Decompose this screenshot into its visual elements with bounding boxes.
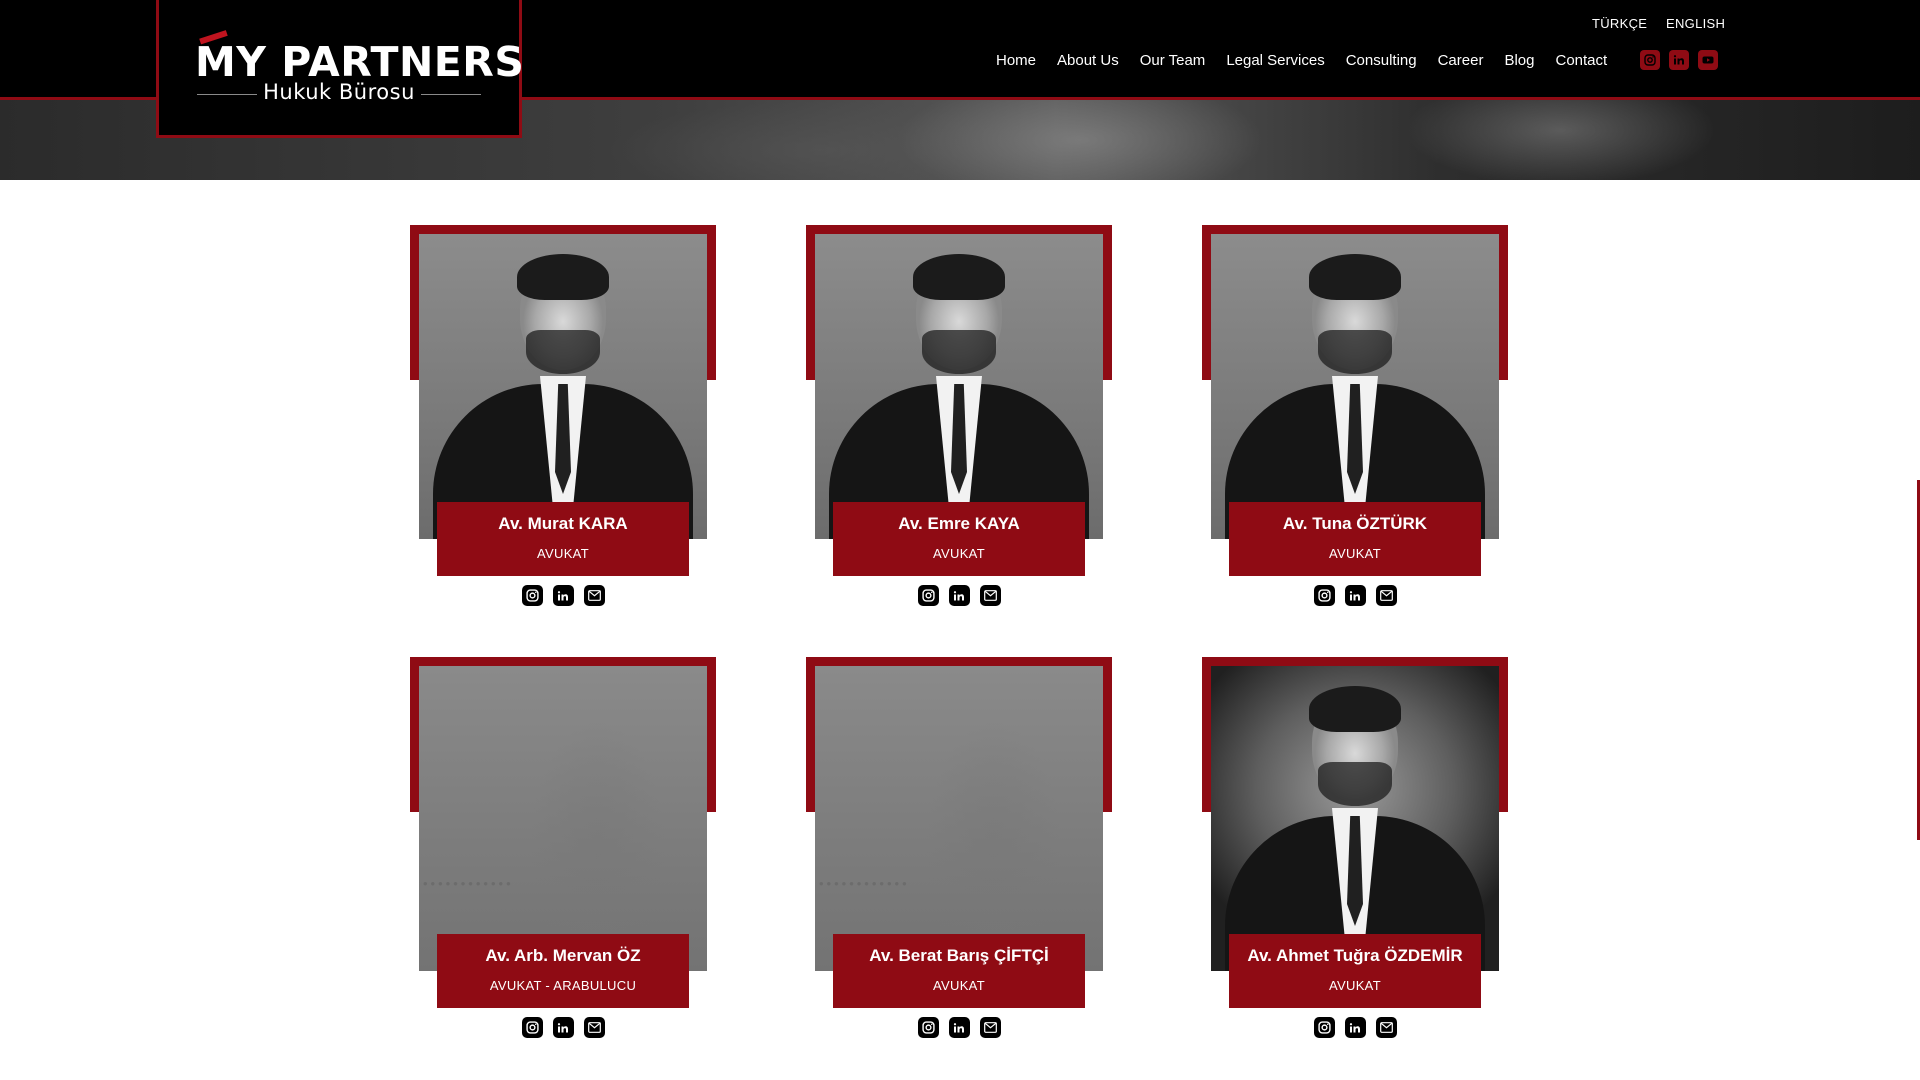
email-icon[interactable] <box>1375 1017 1397 1038</box>
instagram-icon[interactable] <box>1640 50 1660 70</box>
email-icon[interactable] <box>583 585 605 606</box>
team-photo <box>1211 666 1499 971</box>
team-card: Av. Ahmet Tuğra ÖZDEMİR AVUKAT <box>1202 657 1508 1038</box>
nav-our-team[interactable]: Our Team <box>1140 52 1206 69</box>
linkedin-icon[interactable] <box>1344 1017 1366 1038</box>
member-role: AVUKAT <box>1329 546 1381 561</box>
linkedin-icon[interactable] <box>552 1017 574 1038</box>
member-name: Av. Ahmet Tuğra ÖZDEMİR <box>1247 946 1463 965</box>
team-section: Av. Murat KARA AVUKAT Av. Emre KAYA AVUK… <box>0 180 1920 1080</box>
member-social-links <box>410 1017 716 1038</box>
language-turkish[interactable]: TÜRKÇE <box>1592 16 1647 31</box>
page-scrollbar[interactable] <box>1914 180 1920 1080</box>
instagram-icon[interactable] <box>521 1017 543 1038</box>
instagram-icon[interactable] <box>917 1017 939 1038</box>
nav-legal-services[interactable]: Legal Services <box>1226 52 1324 69</box>
linkedin-icon[interactable] <box>948 585 970 606</box>
team-card: Av. Tuna ÖZTÜRK AVUKAT <box>1202 225 1508 606</box>
placeholder-texture: •••••••••••• <box>423 876 514 891</box>
nav-contact[interactable]: Contact <box>1555 52 1607 69</box>
member-social-links <box>1202 585 1508 606</box>
nameplate: Av. Arb. Mervan ÖZ AVUKAT - ARABULUCU <box>437 934 689 1008</box>
member-name: Av. Murat KARA <box>498 514 628 533</box>
nav-about-us[interactable]: About Us <box>1057 52 1119 69</box>
nav-consulting[interactable]: Consulting <box>1346 52 1417 69</box>
member-name: Av. Tuna ÖZTÜRK <box>1282 514 1428 533</box>
member-social-links <box>1202 1017 1508 1038</box>
nameplate: Av. Emre KAYA AVUKAT <box>833 502 1085 576</box>
email-icon[interactable] <box>1375 585 1397 606</box>
main-nav: Home About Us Our Team Legal Services Co… <box>996 52 1628 69</box>
nameplate: Av. Ahmet Tuğra ÖZDEMİR AVUKAT <box>1229 934 1481 1008</box>
member-role: AVUKAT <box>933 978 985 993</box>
team-card: Av. Murat KARA AVUKAT <box>410 225 716 606</box>
linkedin-icon[interactable] <box>948 1017 970 1038</box>
instagram-icon[interactable] <box>521 585 543 606</box>
email-icon[interactable] <box>583 1017 605 1038</box>
email-icon[interactable] <box>979 1017 1001 1038</box>
linkedin-icon[interactable] <box>1344 585 1366 606</box>
email-icon[interactable] <box>979 585 1001 606</box>
team-photo <box>1211 234 1499 539</box>
member-social-links <box>806 585 1112 606</box>
nameplate: Av. Tuna ÖZTÜRK AVUKAT <box>1229 502 1481 576</box>
nav-blog[interactable]: Blog <box>1504 52 1534 69</box>
youtube-icon[interactable] <box>1698 50 1718 70</box>
member-name: Av. Arb. Mervan ÖZ <box>485 946 641 965</box>
team-card: •••••••••••• Av. Berat Barış ÇİFTÇİ AVUK… <box>806 657 1112 1038</box>
placeholder-texture: •••••••••••• <box>819 876 910 891</box>
member-role: AVUKAT - ARABULUCU <box>489 978 637 993</box>
logo[interactable]: MY PARTNERS Hukuk Bürosu <box>156 0 525 138</box>
team-photo-placeholder: •••••••••••• <box>419 666 707 971</box>
linkedin-icon[interactable] <box>1669 50 1689 70</box>
instagram-icon[interactable] <box>917 585 939 606</box>
member-social-links <box>806 1017 1112 1038</box>
member-name: Av. Berat Barış ÇİFTÇİ <box>869 946 1049 965</box>
logo-subtitle: Hukuk Bürosu <box>263 80 415 104</box>
team-photo-placeholder: •••••••••••• <box>815 666 1103 971</box>
member-social-links <box>410 585 716 606</box>
member-role: AVUKAT <box>1329 978 1381 993</box>
header-social-links <box>1640 50 1718 70</box>
nav-home[interactable]: Home <box>996 52 1036 69</box>
team-photo <box>419 234 707 539</box>
nameplate: Av. Berat Barış ÇİFTÇİ AVUKAT <box>833 934 1085 1008</box>
instagram-icon[interactable] <box>1313 1017 1335 1038</box>
team-card: •••••••••••• Av. Arb. Mervan ÖZ AVUKAT -… <box>410 657 716 1038</box>
team-photo <box>815 234 1103 539</box>
member-role: AVUKAT <box>933 546 985 561</box>
nav-career[interactable]: Career <box>1438 52 1484 69</box>
member-role: AVUKAT <box>537 546 589 561</box>
linkedin-icon[interactable] <box>552 585 574 606</box>
language-english[interactable]: ENGLISH <box>1666 16 1725 31</box>
member-name: Av. Emre KAYA <box>898 514 1020 533</box>
instagram-icon[interactable] <box>1313 585 1335 606</box>
logo-wordmark: MY PARTNERS <box>195 38 525 86</box>
team-card: Av. Emre KAYA AVUKAT <box>806 225 1112 606</box>
nameplate: Av. Murat KARA AVUKAT <box>437 502 689 576</box>
